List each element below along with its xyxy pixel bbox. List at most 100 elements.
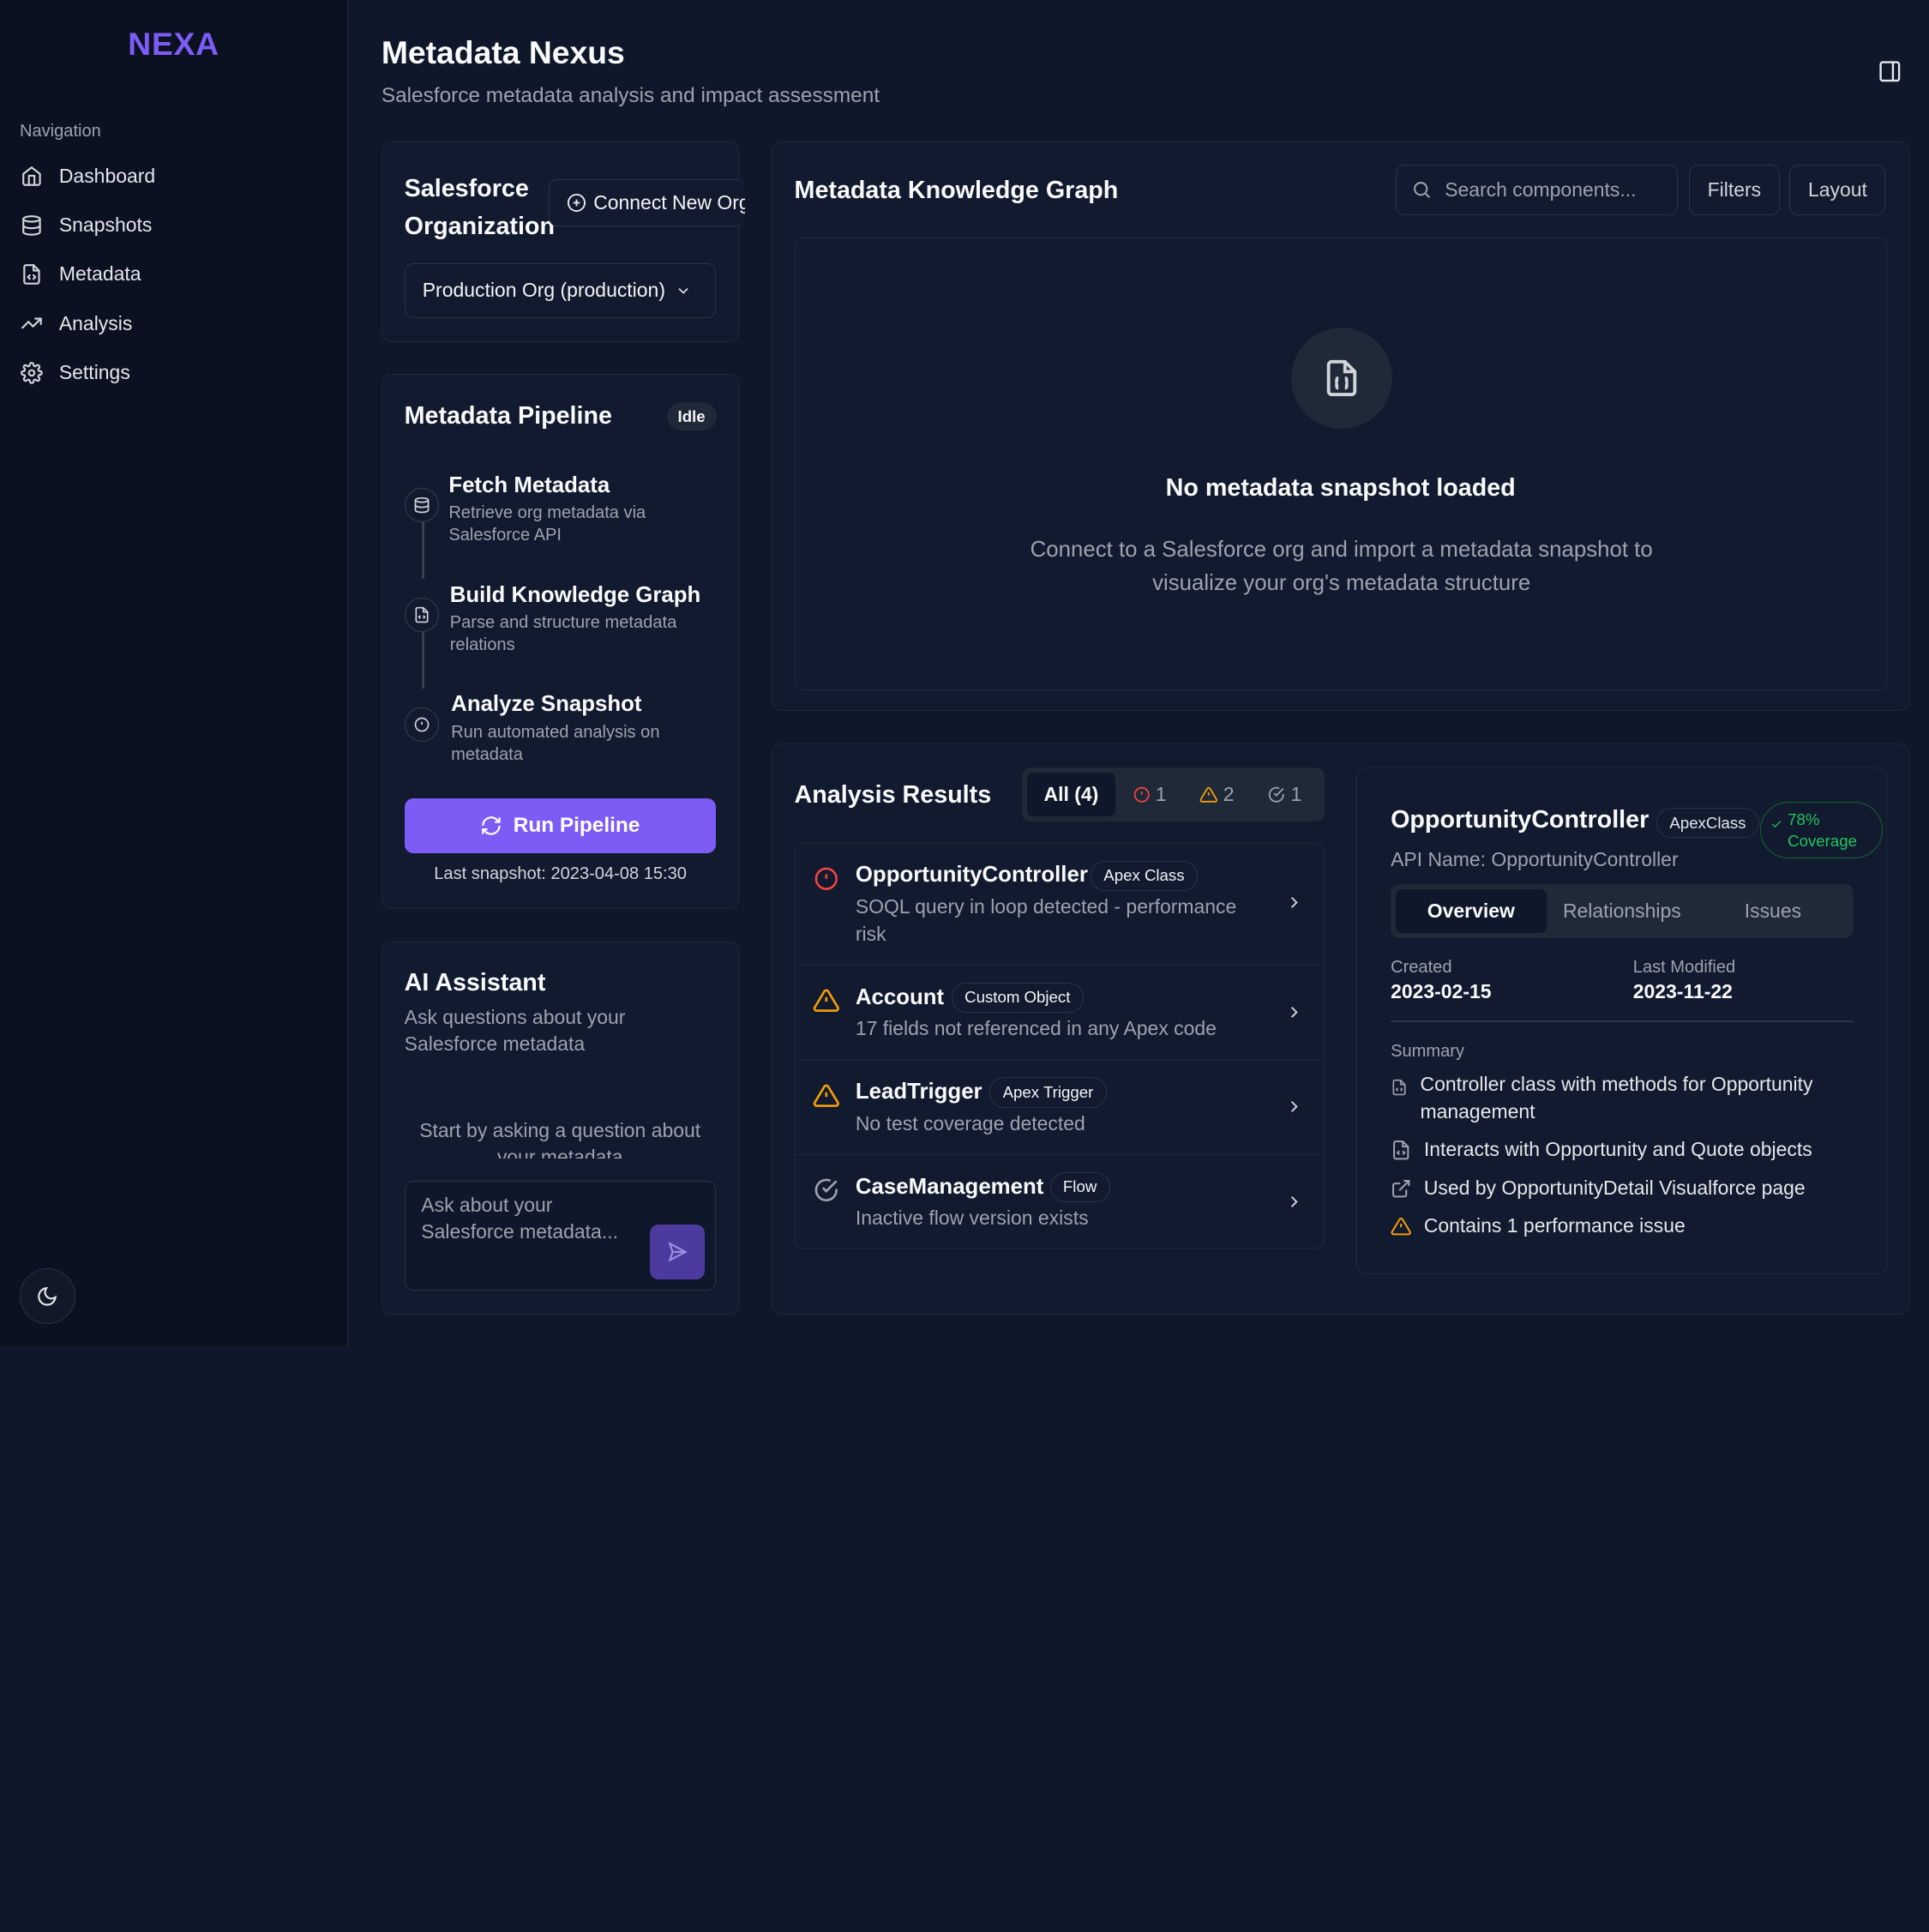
pipeline-title: Metadata Pipeline (404, 401, 612, 430)
sidebar-item-label: Metadata (58, 262, 141, 286)
summary-text: Interacts with Opportunity and Quote obj… (1423, 1138, 1812, 1161)
filter-passed[interactable]: 1 (1251, 773, 1319, 817)
result-row[interactable]: LeadTrigger Apex Trigger No test coverag… (795, 1060, 1325, 1155)
ai-title: AI Assistant (404, 969, 546, 997)
file-code-icon (1290, 328, 1392, 429)
check-icon (1269, 786, 1285, 803)
graph-empty-title: No metadata snapshot loaded (1165, 474, 1516, 503)
external-link-icon (1391, 1178, 1411, 1199)
result-row[interactable]: Account Custom Object 17 fields not refe… (795, 966, 1325, 1061)
nav: Dashboard Snapshots Metadata Analysis Se… (0, 151, 347, 397)
org-card-title: Salesforce Organization (404, 174, 555, 241)
sidebar: NEXA Navigation Dashboard Snapshots Meta… (0, 0, 349, 1346)
detail-tag: ApexClass (1656, 807, 1759, 839)
graph-title: Metadata Knowledge Graph (794, 177, 1119, 205)
ai-question-input[interactable]: Ask about your Salesforce metadata... (404, 1181, 716, 1291)
chevron-right-icon (1284, 1097, 1304, 1116)
detail-name: OpportunityController (1391, 806, 1650, 834)
ai-input-placeholder: Ask about your Salesforce metadata... (421, 1193, 618, 1243)
modified-value: 2023-11-22 (1632, 979, 1733, 1002)
analysis-title: Analysis Results (794, 780, 992, 809)
result-row[interactable]: OpportunityController Apex Class SOQL qu… (795, 844, 1325, 966)
gear-icon (21, 361, 44, 384)
sidebar-item-dashboard[interactable]: Dashboard (0, 151, 347, 200)
page-title: Metadata Nexus (381, 34, 625, 71)
filter-errors[interactable]: 1 (1115, 773, 1183, 817)
created-value: 2023-02-15 (1391, 979, 1492, 1002)
filter-all[interactable]: All (4) (1026, 772, 1116, 817)
main: Metadata Nexus Salesforce metadata analy… (348, 0, 1929, 1346)
status-badge: Idle (666, 401, 717, 431)
tab-issues[interactable]: Issues (1698, 889, 1848, 934)
layout-button[interactable]: Layout (1789, 164, 1886, 215)
filter-count: 1 (1155, 783, 1167, 806)
modified-label: Last Modified (1632, 957, 1736, 977)
file-code-icon (404, 597, 439, 633)
search-placeholder: Search components... (1445, 178, 1637, 201)
file-code-icon (23, 264, 40, 285)
result-name: OpportunityController (855, 863, 1088, 888)
analysis-results-card: Analysis Results All (4) 1 2 1 Opportuni… (771, 743, 1910, 1315)
summary-text: Used by OpportunityDetail Visualforce pa… (1423, 1176, 1806, 1199)
search-input[interactable]: Search components... (1396, 164, 1678, 215)
result-desc: Inactive flow version exists (855, 1207, 1089, 1230)
run-pipeline-label: Run Pipeline (513, 814, 640, 838)
result-row[interactable]: CaseManagement Flow Inactive flow versio… (796, 1155, 1324, 1249)
connect-org-button[interactable]: Connect New Org (548, 179, 746, 226)
check-icon (1772, 821, 1782, 828)
alert-circle-icon (404, 707, 439, 742)
step-desc: Run automated analysis on metadata (451, 722, 660, 764)
result-name: CaseManagement (855, 1174, 1044, 1199)
file-code-icon (1391, 1079, 1408, 1099)
sidebar-item-analysis[interactable]: Analysis (0, 299, 347, 348)
graph-canvas: No metadata snapshot loaded Connect to a… (794, 237, 1887, 690)
app-logo: NEXA (128, 26, 219, 63)
result-tag: Flow (1049, 1171, 1110, 1203)
result-name: LeadTrigger (855, 1080, 983, 1104)
created-label: Created (1391, 957, 1452, 977)
sidebar-panel-icon (1879, 61, 1901, 82)
step-title: Build Knowledge Graph (449, 582, 701, 607)
step-title: Fetch Metadata (448, 473, 610, 498)
detail-api-name: API Name: OpportunityController (1391, 848, 1679, 871)
result-name: Account (855, 984, 945, 1009)
org-select[interactable]: Production Org (production) (404, 262, 716, 319)
tab-overview[interactable]: Overview (1395, 888, 1547, 934)
summary-text: Controller class with methods for Opport… (1420, 1072, 1813, 1122)
run-pipeline-button[interactable]: Run Pipeline (404, 797, 716, 854)
plus-circle-icon (567, 193, 586, 212)
chevron-right-icon (1284, 893, 1304, 912)
search-icon (1414, 182, 1431, 199)
filter-warnings[interactable]: 2 (1183, 773, 1251, 817)
send-button[interactable] (649, 1224, 706, 1280)
result-tag: Custom Object (951, 982, 1084, 1014)
sidebar-item-label: Snapshots (58, 214, 153, 237)
page-header: Metadata Nexus Salesforce metadata analy… (382, 34, 880, 107)
result-desc: SOQL query in loop detected - performanc… (855, 895, 1237, 945)
result-tag: Apex Class (1090, 860, 1198, 892)
severity-filter-tabs: All (4) 1 2 1 (1022, 767, 1325, 822)
result-desc: 17 fields not referenced in any Apex cod… (855, 1017, 1217, 1040)
step-desc: Parse and structure metadata relations (449, 613, 677, 654)
step-desc: Retrieve org metadata via Salesforce API (448, 503, 646, 545)
result-desc: No test coverage detected (855, 1111, 1085, 1135)
filters-button[interactable]: Filters (1688, 164, 1780, 215)
filter-count: 2 (1223, 783, 1235, 806)
tab-relationships[interactable]: Relationships (1547, 889, 1698, 934)
panel-toggle-button[interactable] (1878, 59, 1902, 84)
warning-icon (813, 987, 840, 1014)
chevron-right-icon (1284, 1192, 1304, 1212)
warning-icon (1391, 1216, 1411, 1237)
summary-text: Contains 1 performance issue (1423, 1214, 1686, 1237)
home-icon (22, 166, 42, 187)
theme-toggle-button[interactable] (19, 1268, 75, 1325)
sidebar-item-snapshots[interactable]: Snapshots (0, 201, 347, 250)
sidebar-item-label: Analysis (58, 311, 133, 334)
last-snapshot: Last snapshot: 2023-04-08 15:30 (434, 864, 687, 884)
org-select-value: Production Org (production) (422, 279, 665, 302)
warning-icon (1199, 786, 1218, 803)
chevron-right-icon (1284, 1002, 1304, 1022)
sidebar-item-settings[interactable]: Settings (0, 348, 347, 397)
sidebar-item-metadata[interactable]: Metadata (0, 250, 347, 298)
analysis-results-list: OpportunityController Apex Class SOQL qu… (794, 842, 1325, 1249)
